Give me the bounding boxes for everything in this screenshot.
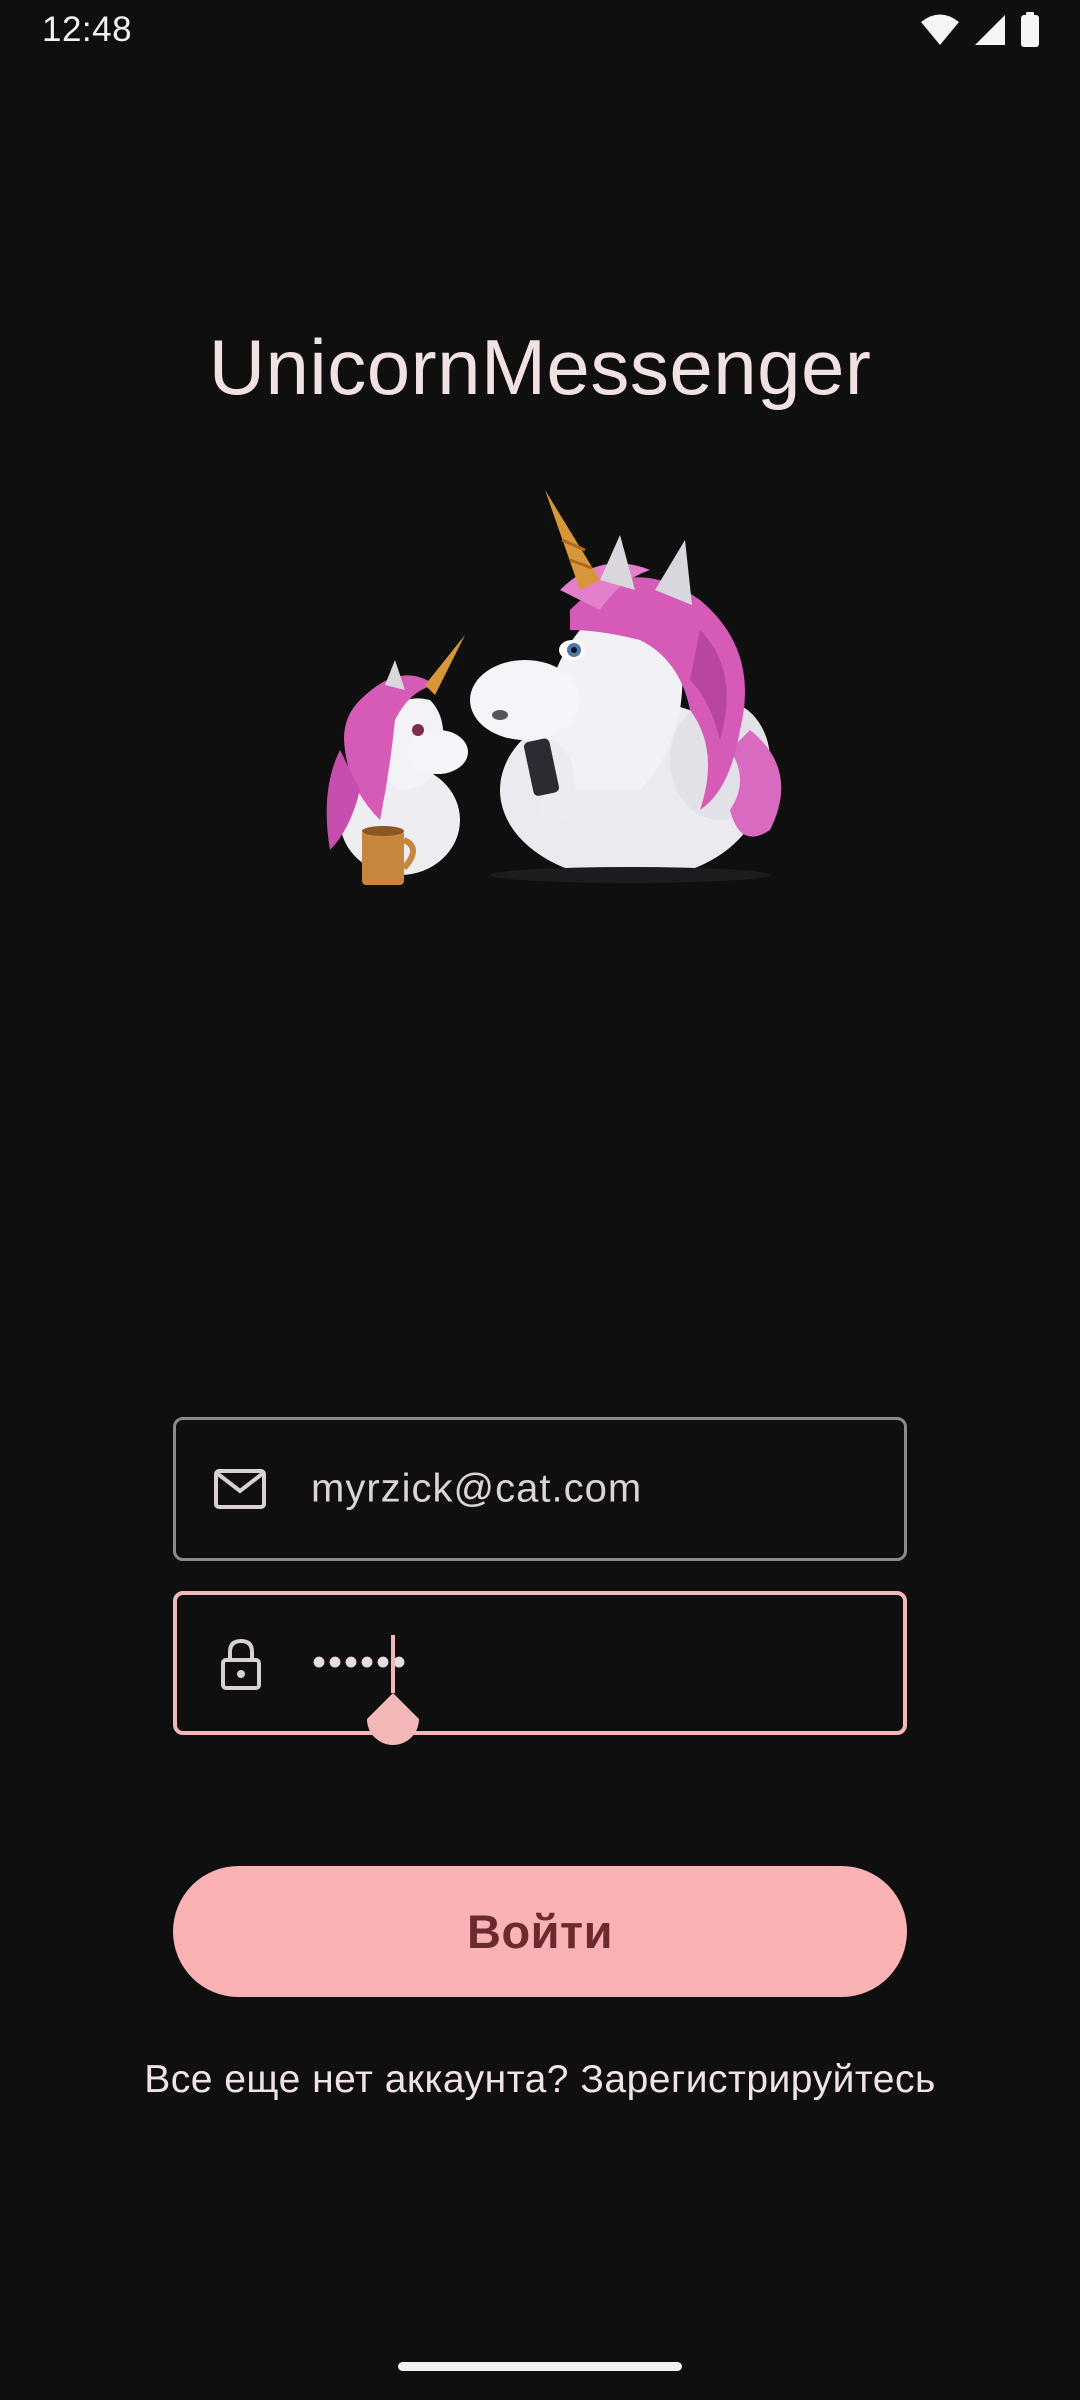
cursor-handle[interactable] bbox=[365, 1693, 421, 1755]
status-bar: 12:48 bbox=[0, 0, 1080, 64]
app-title: UnicornMessenger bbox=[208, 323, 872, 411]
gesture-nav-handle[interactable] bbox=[398, 2362, 682, 2371]
unicorn-illustration bbox=[300, 490, 790, 910]
text-caret bbox=[391, 1635, 395, 1693]
status-time: 12:48 bbox=[42, 10, 133, 49]
password-field[interactable]: •••••• bbox=[173, 1591, 907, 1745]
wifi-icon bbox=[920, 13, 960, 47]
login-button[interactable]: Войти bbox=[173, 1866, 907, 1997]
lock-icon bbox=[211, 1633, 271, 1693]
mail-icon bbox=[210, 1459, 270, 1519]
signal-icon bbox=[974, 13, 1006, 47]
register-link[interactable]: Все еще нет аккаунта? Зарегистрируйтесь bbox=[0, 2058, 1080, 2102]
status-icons bbox=[920, 12, 1040, 48]
battery-icon bbox=[1020, 12, 1040, 48]
email-field[interactable]: myrzick@cat.com bbox=[173, 1417, 907, 1561]
email-value: myrzick@cat.com bbox=[311, 1466, 643, 1511]
